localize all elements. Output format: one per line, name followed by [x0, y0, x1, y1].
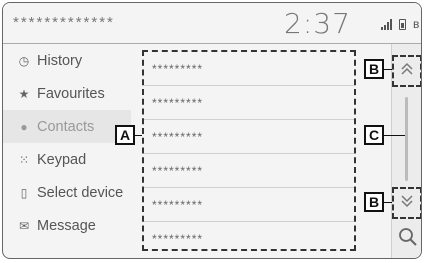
menu-item-label: Select device — [37, 184, 124, 201]
scroll-down-button[interactable] — [392, 187, 421, 219]
person-icon: ● — [20, 119, 28, 134]
callout-connector — [384, 202, 392, 203]
callout-b-down: B — [364, 192, 384, 212]
contact-list: ********* ********* ********* ********* … — [142, 50, 356, 251]
envelope-icon: ✉ — [18, 218, 30, 233]
list-item[interactable]: ********* — [144, 52, 354, 85]
side-menu: ◷ History ★ Favourites ● Contacts ⁙ Keyp… — [3, 44, 131, 242]
callout-c: C — [364, 125, 384, 145]
callout-connector — [384, 135, 405, 136]
callout-connector — [135, 135, 142, 136]
double-chevron-down-icon — [400, 194, 414, 212]
phone-icon: ▯ — [20, 185, 28, 200]
list-item[interactable]: ********* — [144, 153, 354, 187]
status-bar: ************* 2:37 ʙ — [3, 3, 421, 44]
menu-item-contacts[interactable]: ● Contacts — [3, 110, 131, 143]
callout-b-up: B — [364, 59, 384, 79]
menu-item-label: Message — [37, 217, 96, 234]
menu-item-keypad[interactable]: ⁙ Keypad — [3, 143, 131, 176]
menu-item-favourites[interactable]: ★ Favourites — [3, 77, 131, 110]
menu-item-label: Favourites — [37, 85, 105, 102]
battery-icon — [399, 19, 406, 30]
phone-screen: ************* 2:37 ʙ ◷ History ★ Favouri… — [2, 2, 422, 259]
menu-item-message[interactable]: ✉ Message — [3, 209, 131, 242]
status-icons: ʙ — [381, 17, 421, 33]
menu-item-label: Keypad — [37, 151, 87, 168]
keypad-icon: ⁙ — [18, 152, 30, 167]
signal-icon — [381, 19, 393, 30]
list-item[interactable]: ********* — [144, 119, 354, 153]
scroll-up-button[interactable] — [392, 55, 421, 87]
list-item[interactable]: ********* — [144, 221, 354, 255]
callout-connector — [384, 69, 392, 70]
menu-item-label: Contacts — [37, 118, 95, 135]
star-icon: ★ — [18, 86, 30, 101]
menu-item-label: History — [37, 52, 83, 69]
scrollbar[interactable] — [405, 97, 408, 181]
list-item[interactable]: ********* — [144, 85, 354, 119]
search-button[interactable] — [394, 225, 421, 253]
clock-icon: ◷ — [18, 53, 30, 68]
double-chevron-up-icon — [400, 62, 414, 80]
menu-item-history[interactable]: ◷ History — [3, 44, 131, 77]
device-name: ************* — [13, 14, 115, 31]
menu-item-select-device[interactable]: ▯ Select device — [3, 176, 131, 209]
clock: 2:37 — [284, 7, 351, 40]
callout-a: A — [115, 125, 135, 145]
list-item[interactable]: ********* — [144, 187, 354, 221]
bluetooth-icon: ʙ — [413, 17, 420, 31]
search-icon — [398, 227, 418, 252]
